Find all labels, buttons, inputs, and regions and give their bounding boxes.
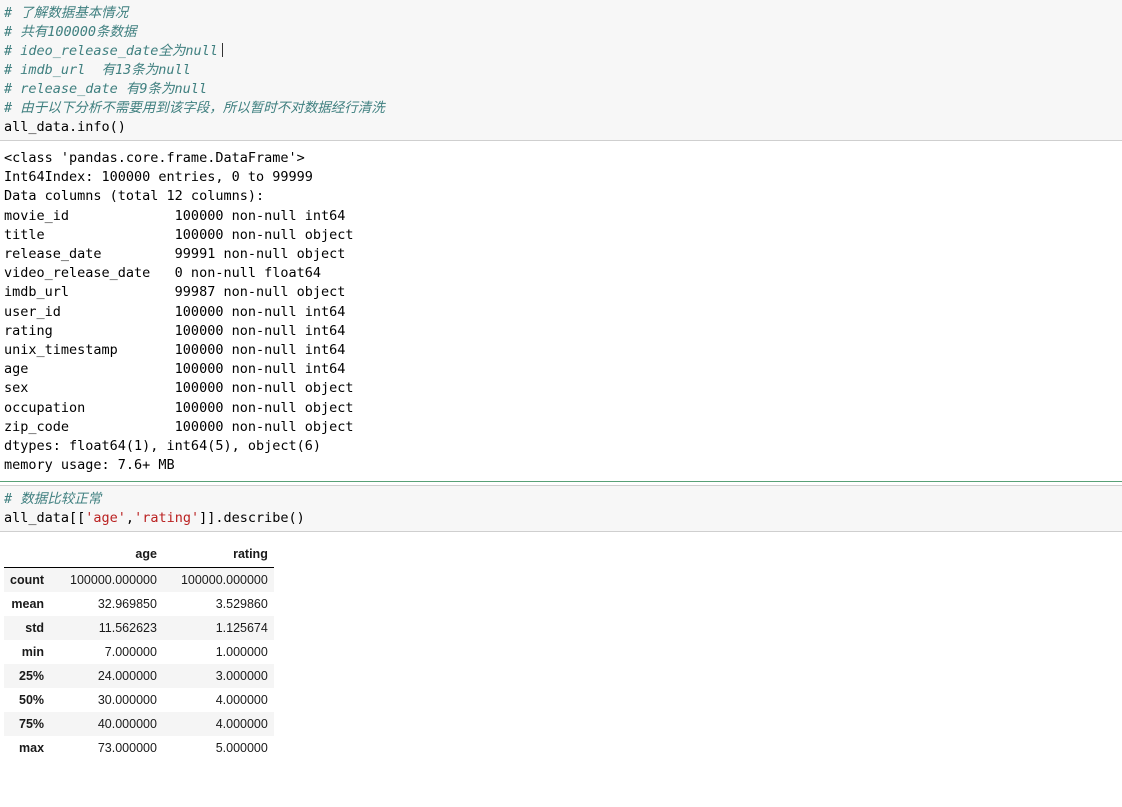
row-index-label: 50% <box>4 688 53 713</box>
code-line: # 由于以下分析不需要用到该字段，所以暂时不对数据经行清洗 <box>4 100 385 116</box>
table-cell: 3.000000 <box>162 664 274 689</box>
table-row: max 73.000000 5.000000 <box>4 736 274 761</box>
output-line: user_id 100000 non-null int64 <box>4 303 346 320</box>
table-header-row: age rating <box>4 544 274 569</box>
table-corner-cell <box>4 544 53 569</box>
table-row: std 11.562623 1.125674 <box>4 616 274 641</box>
table-cell: 1.000000 <box>162 640 274 665</box>
row-index-label: 25% <box>4 664 53 689</box>
output-line: dtypes: float64(1), int64(5), object(6) <box>4 438 321 455</box>
code-fragment: , <box>125 510 135 527</box>
output-line: age 100000 non-null int64 <box>4 361 346 378</box>
describe-output-area: age rating count 100000.000000 100000.00… <box>0 532 1122 761</box>
table-body: count 100000.000000 100000.000000 mean 3… <box>4 567 274 761</box>
table-cell: 4.000000 <box>162 688 274 713</box>
table-row: min 7.000000 1.000000 <box>4 640 274 665</box>
code-cell-1[interactable]: # 了解数据基本情况 # 共有100000条数据 # ideo_release_… <box>0 0 1122 141</box>
column-header-rating: rating <box>162 544 274 569</box>
code-line: # release_date 有9条为null <box>4 81 208 97</box>
table-cell: 40.000000 <box>52 712 163 737</box>
string-literal-rating: 'rating' <box>134 510 200 527</box>
code-line: # 数据比较正常 <box>4 491 102 508</box>
output-line: sex 100000 non-null object <box>4 380 354 397</box>
table-row: 75% 40.000000 4.000000 <box>4 712 274 737</box>
table-cell: 73.000000 <box>52 736 163 761</box>
code-cell-2[interactable]: # 数据比较正常 all_data[['age','rating']].desc… <box>0 485 1122 533</box>
output-line: title 100000 non-null object <box>4 226 354 243</box>
table-head: age rating <box>4 544 274 569</box>
column-header-age: age <box>52 544 163 569</box>
table-cell: 100000.000000 <box>52 567 163 593</box>
code-line: # 共有100000条数据 <box>4 24 137 40</box>
table-row: count 100000.000000 100000.000000 <box>4 567 274 593</box>
output-line: Data columns (total 12 columns): <box>4 188 265 205</box>
code-line: all_data.info() <box>4 119 126 135</box>
output-line: occupation 100000 non-null object <box>4 399 354 416</box>
code-line: all_data[['age','rating']].describe() <box>0 509 1122 528</box>
row-index-label: count <box>4 567 53 593</box>
text-cursor <box>221 43 223 57</box>
output-line: unix_timestamp 100000 non-null int64 <box>4 342 346 359</box>
output-line: <class 'pandas.core.frame.DataFrame'> <box>4 150 305 166</box>
table-cell: 30.000000 <box>52 688 163 713</box>
code-fragment: ]].describe() <box>199 510 305 527</box>
row-index-label: min <box>4 640 53 665</box>
table-row: 50% 30.000000 4.000000 <box>4 688 274 713</box>
row-index-label: mean <box>4 592 53 617</box>
output-line: memory usage: 7.6+ MB <box>4 457 175 474</box>
output-line: video_release_date 0 non-null float64 <box>4 265 321 282</box>
output-line: release_date 99991 non-null object <box>4 246 346 263</box>
row-index-label: 75% <box>4 712 53 737</box>
table-cell: 24.000000 <box>52 664 163 689</box>
output-line: imdb_url 99987 non-null object <box>4 284 346 301</box>
table-cell: 32.969850 <box>52 592 163 617</box>
table-cell: 7.000000 <box>52 640 163 665</box>
table-row: mean 32.969850 3.529860 <box>4 592 274 617</box>
output-line: movie_id 100000 non-null int64 <box>4 207 346 224</box>
code-line-with-caret: # ideo_release_date全为null <box>0 42 1122 61</box>
output-line: Int64Index: 100000 entries, 0 to 99999 <box>4 169 313 186</box>
output-line: zip_code 100000 non-null object <box>4 418 354 435</box>
table-cell: 11.562623 <box>52 616 163 641</box>
string-literal-age: 'age' <box>85 510 126 527</box>
table-cell: 100000.000000 <box>162 567 274 593</box>
table-row: 25% 24.000000 3.000000 <box>4 664 274 689</box>
table-cell: 4.000000 <box>162 712 274 737</box>
comment-text: # ideo_release_date全为null <box>4 43 218 59</box>
code-fragment: all_data[[ <box>4 510 86 527</box>
table-cell: 3.529860 <box>162 592 274 617</box>
code-line: # 了解数据基本情况 <box>4 5 129 21</box>
output-line: rating 100000 non-null int64 <box>4 322 346 339</box>
row-index-label: std <box>4 616 53 641</box>
row-index-label: max <box>4 736 53 761</box>
table-cell: 1.125674 <box>162 616 274 641</box>
table-cell: 5.000000 <box>162 736 274 761</box>
describe-table: age rating count 100000.000000 100000.00… <box>4 544 274 761</box>
code-line: # imdb_url 有13条为null <box>4 62 191 78</box>
info-output-area: <class 'pandas.core.frame.DataFrame'> In… <box>0 141 1122 482</box>
